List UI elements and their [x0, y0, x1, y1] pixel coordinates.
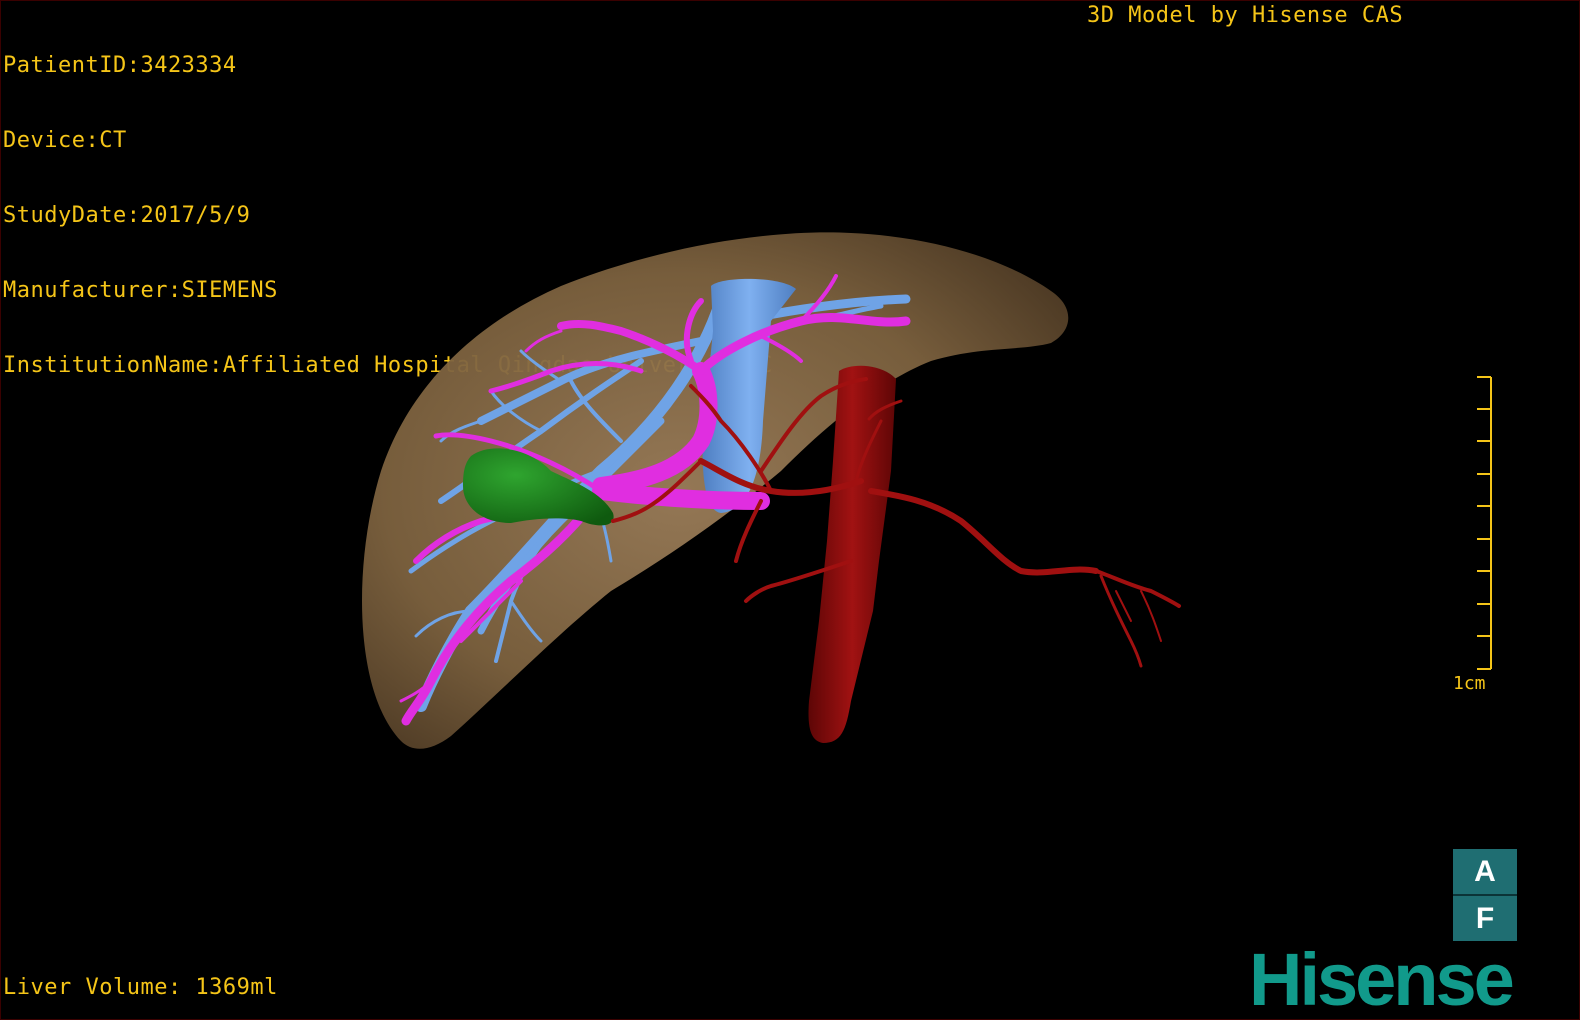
liver-3d-model[interactable]	[1, 1, 1580, 1020]
scale-bar	[1477, 376, 1492, 670]
orientation-anterior: A	[1453, 849, 1517, 896]
orientation-cube[interactable]: A F	[1453, 849, 1517, 941]
brand-logo: Hisense	[1249, 938, 1515, 1020]
liver-volume: Liver Volume: 1369ml	[3, 975, 278, 1000]
orientation-foot: F	[1475, 902, 1495, 935]
viewer-canvas[interactable]: PatientID:3423334 Device:CT StudyDate:20…	[0, 0, 1580, 1020]
scale-bar-label: 1cm	[1453, 673, 1486, 694]
